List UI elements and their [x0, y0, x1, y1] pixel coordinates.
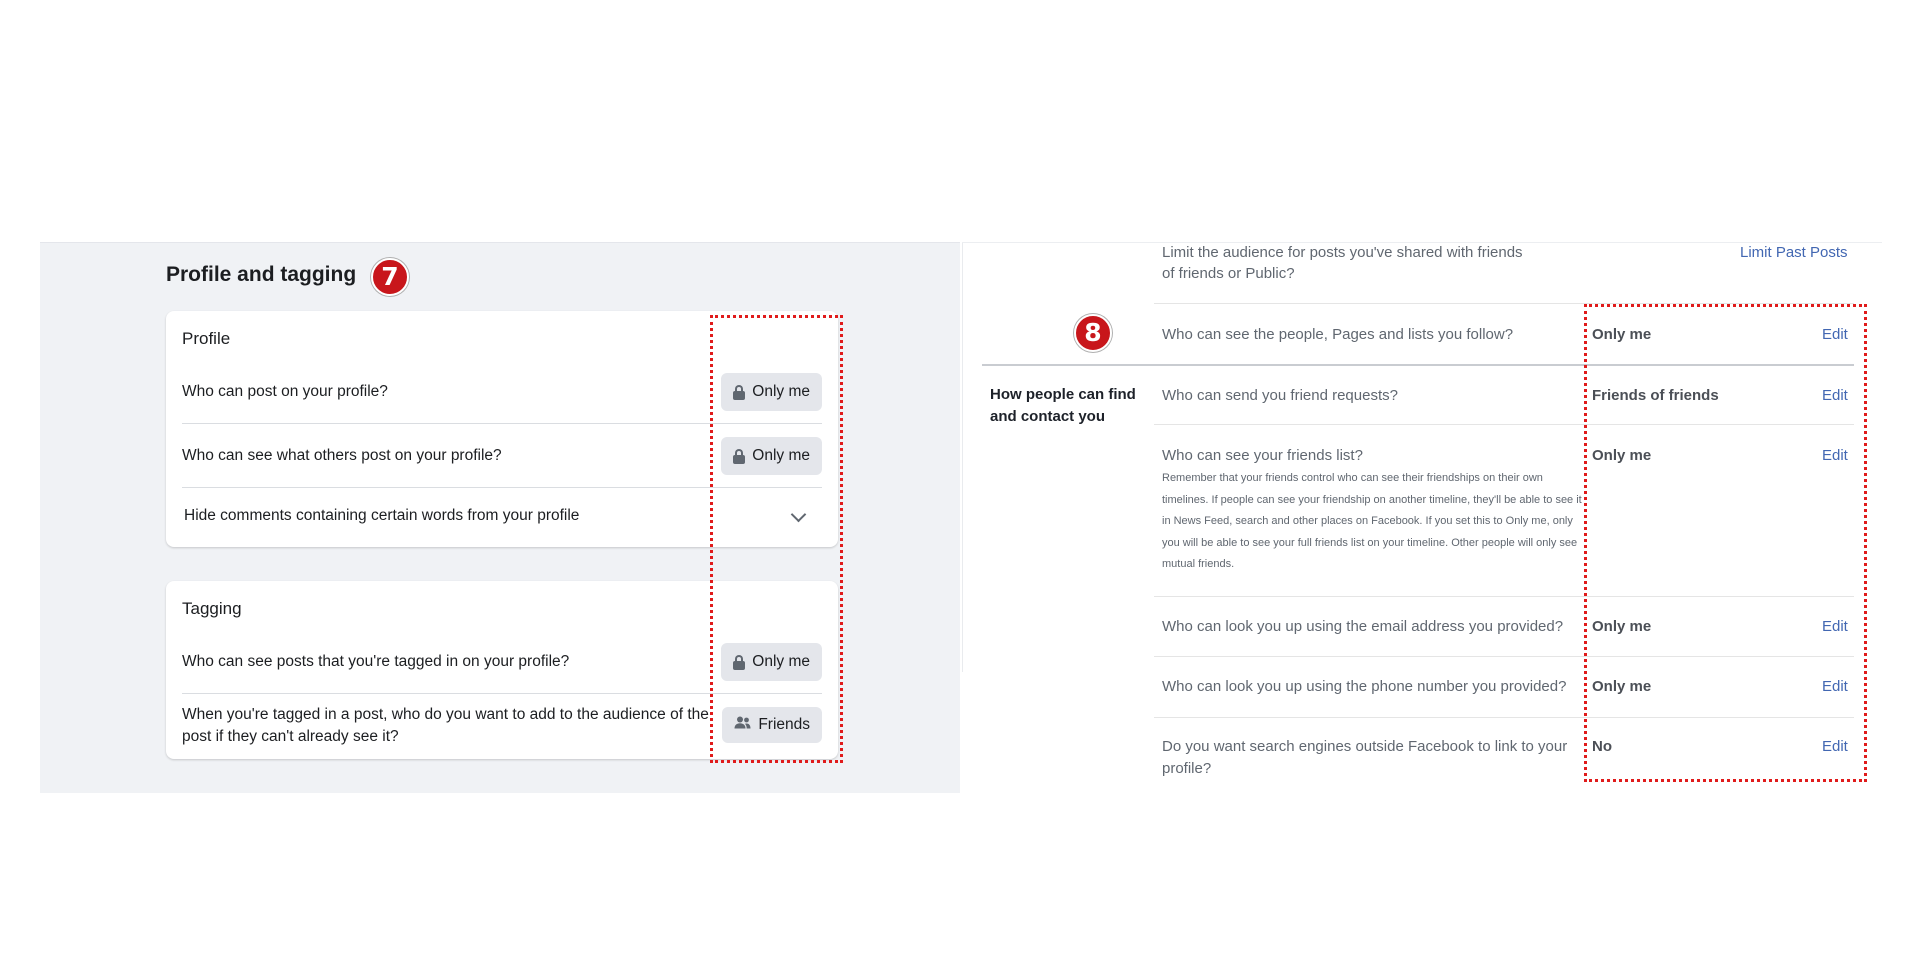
setting-question-line2: profile? — [1162, 760, 1212, 777]
setting-question: Who can see the people, Pages and lists … — [1162, 326, 1514, 343]
highlight-box — [710, 315, 843, 763]
setting-question: Who can see your friends list? — [1162, 447, 1363, 464]
limit-past-posts-link[interactable]: Limit Past Posts — [1740, 242, 1848, 263]
panel-edge — [962, 242, 963, 672]
limit-past-text-line2: of friends or Public? — [1162, 265, 1295, 282]
step-marker-8: 8 — [1074, 314, 1112, 352]
step-marker-7: 7 — [371, 258, 409, 296]
section-heading-line1: How people can find — [990, 386, 1136, 403]
section-heading-line2: and contact you — [990, 408, 1106, 425]
setting-question: Who can look you up using the email addr… — [1162, 618, 1564, 635]
friends-list-description: Remember that your friends control who c… — [1162, 468, 1582, 576]
section-title: Profile and tagging — [166, 263, 357, 286]
setting-question: Who can see posts that you're tagged in … — [182, 653, 570, 670]
description-line: you will be able to see your full friend… — [1162, 536, 1578, 549]
setting-question-line2: post if they can't already see it? — [182, 728, 399, 745]
setting-question: Who can see what others post on your pro… — [182, 447, 502, 464]
setting-question: Who can look you up using the phone numb… — [1162, 678, 1567, 695]
card-heading-profile: Profile — [182, 329, 231, 348]
description-line: timelines. If people can see your friend… — [1162, 493, 1582, 506]
section-heading: How people can find and contact you — [990, 384, 1150, 428]
setting-question-line1: Do you want search engines outside Faceb… — [1162, 738, 1568, 755]
setting-question: Who can send you friend requests? — [1162, 387, 1398, 404]
profile-and-tagging-panel: Profile and tagging 7 Profile Who can po… — [40, 242, 960, 793]
setting-question-line1: When you're tagged in a post, who do you… — [182, 706, 709, 723]
description-line: Remember that your friends control who c… — [1162, 472, 1543, 484]
limit-past-text-line1: Limit the audience for posts you've shar… — [1162, 244, 1523, 261]
privacy-settings-panel: Limit the audience for posts you've shar… — [962, 242, 1882, 792]
highlight-box — [1584, 304, 1867, 782]
description-line: mutual friends. — [1162, 558, 1235, 570]
setting-question: Who can post on your profile? — [182, 383, 388, 400]
setting-question: Hide comments containing certain words f… — [184, 507, 580, 524]
description-line: in News Feed, search and other places on… — [1162, 515, 1573, 527]
card-heading-tagging: Tagging — [182, 599, 242, 618]
